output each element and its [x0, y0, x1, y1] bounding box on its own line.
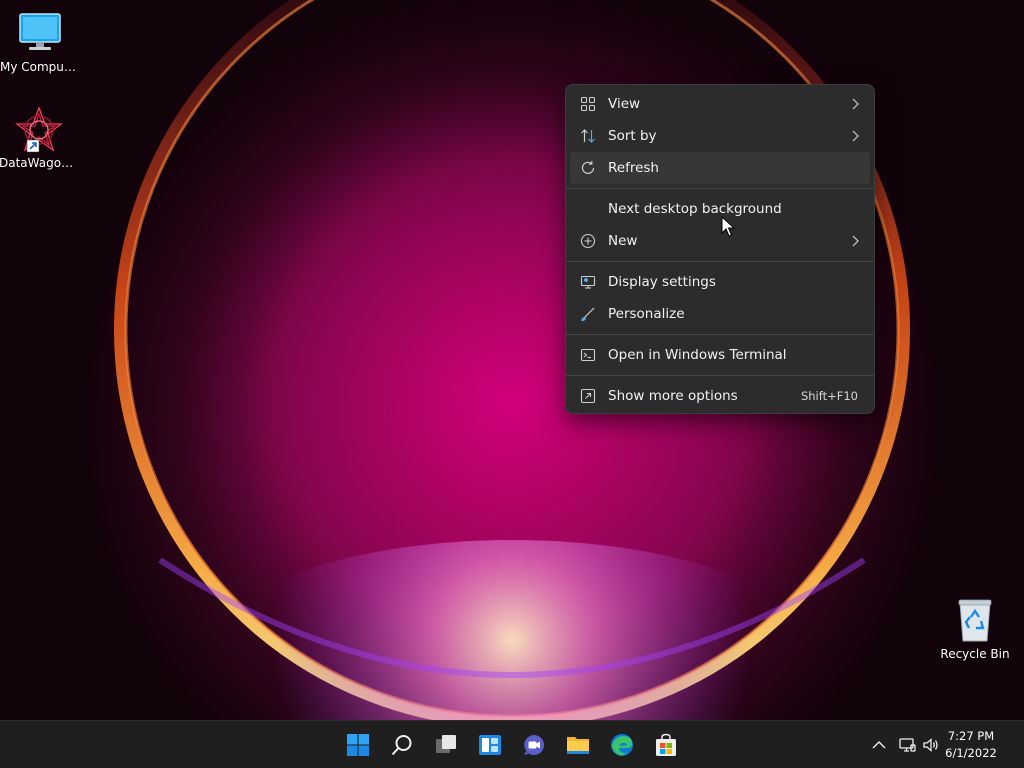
menu-item-refresh[interactable]: Refresh [570, 152, 870, 184]
sort-icon [581, 129, 595, 143]
chevron-right-icon [852, 235, 859, 247]
mouse-cursor-icon [721, 216, 735, 237]
terminal-icon [580, 348, 596, 362]
app-shortcut-icon [15, 106, 63, 154]
desktop-icon-recycle-bin[interactable]: Recycle Bin [935, 597, 1015, 661]
monitor-icon [16, 10, 64, 58]
menu-item-open-in-windows-terminal[interactable]: Open in Windows Terminal [570, 339, 870, 371]
task-view-button[interactable] [428, 727, 464, 763]
chat-icon [524, 735, 544, 755]
menu-item-label: New [608, 233, 638, 249]
clock[interactable]: 7:27 PM 6/1/2022 [936, 728, 1006, 762]
clock-date: 6/1/2022 [945, 746, 997, 760]
menu-item-label: Show more options [608, 388, 738, 404]
desktop-icon-label: My Computer [0, 60, 80, 74]
widgets-icon [479, 735, 501, 755]
widgets-button[interactable] [472, 727, 508, 763]
start-button[interactable] [340, 727, 376, 763]
menu-item-next-desktop-background[interactable]: Next desktop background [570, 193, 870, 225]
menu-item-label: Display settings [608, 274, 716, 290]
grid-icon [580, 96, 596, 112]
menu-item-show-more-options[interactable]: Show more options Shift+F10 [570, 380, 870, 412]
brush-icon [581, 307, 595, 322]
menu-item-new[interactable]: New [570, 225, 870, 257]
menu-item-accelerator: Shift+F10 [800, 389, 858, 403]
menu-separator [566, 188, 874, 189]
store-button[interactable] [648, 727, 684, 763]
desktop-context-menu: View Sort by Refresh Next desktop backgr… [565, 84, 875, 414]
edge-icon [611, 734, 633, 756]
start-icon [347, 734, 369, 756]
file-explorer-icon [567, 737, 589, 754]
menu-item-view[interactable]: View [570, 88, 870, 120]
chat-button[interactable] [516, 727, 552, 763]
recycle-bin-icon [951, 597, 999, 645]
file-explorer-button[interactable] [560, 727, 596, 763]
taskbar: 7:27 PM 6/1/2022 [0, 720, 1024, 768]
menu-item-label: Next desktop background [608, 201, 782, 217]
desktop[interactable]: My Computer DataWagon... Recycle Bin Vie… [0, 0, 1024, 720]
refresh-icon [581, 161, 595, 174]
store-icon [656, 733, 676, 756]
menu-separator [566, 375, 874, 376]
menu-item-label: Sort by [608, 128, 657, 144]
chevron-right-icon [852, 98, 859, 110]
task-view-icon [436, 735, 456, 753]
desktop-icon-datawagon[interactable]: DataWagon... [0, 106, 79, 170]
search-button[interactable] [384, 727, 420, 763]
clock-time: 7:27 PM [947, 729, 995, 743]
desktop-icon-label: Recycle Bin [940, 647, 1010, 661]
chevron-up-icon[interactable] [869, 735, 889, 755]
display-icon [580, 275, 596, 289]
menu-separator [566, 334, 874, 335]
menu-item-sort-by[interactable]: Sort by [570, 120, 870, 152]
menu-item-display-settings[interactable]: Display settings [570, 266, 870, 298]
menu-separator [566, 261, 874, 262]
chevron-right-icon [852, 130, 859, 142]
share-icon [580, 388, 596, 404]
desktop-icon-my-computer[interactable]: My Computer [0, 10, 80, 74]
plus-circle-icon [580, 233, 596, 249]
menu-item-label: Personalize [608, 306, 685, 322]
search-icon [391, 735, 412, 756]
menu-item-label: Open in Windows Terminal [608, 347, 787, 363]
menu-item-label: Refresh [608, 160, 659, 176]
network-icon[interactable] [897, 735, 917, 755]
desktop-icon-label: DataWagon... [0, 156, 79, 170]
edge-button[interactable] [604, 727, 640, 763]
menu-item-personalize[interactable]: Personalize [570, 298, 870, 330]
menu-item-label: View [608, 96, 641, 112]
